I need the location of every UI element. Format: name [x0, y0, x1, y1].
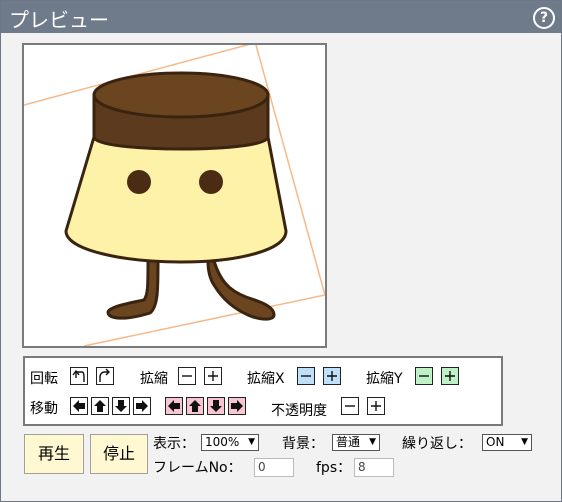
scale-minus-icon[interactable] — [178, 367, 196, 385]
transform-controls-panel: 回転 拡縮 拡縮X 拡縮Y 移動 不透明度 — [23, 356, 503, 426]
background-label: 背景： — [282, 436, 324, 452]
display-zoom-value: 100% — [205, 435, 240, 449]
pudding-character-image — [24, 45, 325, 346]
frame-number-label: フレームNo： — [153, 460, 242, 476]
opacity-minus-icon[interactable] — [341, 397, 359, 415]
scale-x-plus-icon[interactable] — [323, 367, 341, 385]
display-zoom-select[interactable]: 100% ▼ — [201, 434, 259, 451]
move-left-icon[interactable] — [70, 397, 88, 415]
scale-x-minus-icon[interactable] — [297, 367, 315, 385]
window-title: プレビュー — [9, 8, 109, 32]
move-right-icon[interactable] — [133, 397, 151, 415]
repeat-value: ON — [486, 435, 505, 449]
repeat-label: 繰り返し： — [402, 436, 472, 452]
chevron-down-icon: ▼ — [369, 437, 376, 447]
preview-canvas — [22, 43, 327, 348]
frame-number-field[interactable]: 0 — [254, 458, 294, 477]
rotate-left-icon[interactable] — [70, 367, 88, 385]
scale-y-plus-icon[interactable] — [441, 367, 459, 385]
display-label: 表示： — [153, 436, 195, 452]
opacity-label: 不透明度 — [271, 403, 327, 419]
stop-button[interactable]: 停止 — [90, 434, 148, 474]
fps-field[interactable]: 8 — [354, 458, 394, 477]
fps-label: fps： — [316, 460, 352, 476]
move-down-icon[interactable] — [112, 397, 130, 415]
fine-move-right-icon[interactable] — [228, 397, 246, 415]
fine-move-up-icon[interactable] — [186, 397, 204, 415]
move-up-icon[interactable] — [91, 397, 109, 415]
background-value: 普通 — [336, 435, 361, 449]
background-select[interactable]: 普通 ▼ — [332, 434, 380, 451]
scale-label: 拡縮 — [140, 371, 168, 387]
scale-y-label: 拡縮Y — [366, 371, 403, 387]
scale-plus-icon[interactable] — [204, 367, 222, 385]
fine-move-down-icon[interactable] — [207, 397, 225, 415]
scale-x-label: 拡縮X — [247, 371, 285, 387]
chevron-down-icon: ▼ — [521, 437, 528, 447]
play-button[interactable]: 再生 — [24, 434, 84, 474]
move-label: 移動 — [30, 401, 58, 417]
preview-window: プレビュー ? 回転 拡縮 拡縮X 拡縮Y 移動 不透明度 再生 停止 表示： … — [0, 0, 562, 502]
rotate-right-icon[interactable] — [96, 367, 114, 385]
rotate-label: 回転 — [30, 371, 58, 387]
help-icon[interactable]: ? — [533, 7, 555, 29]
fine-move-left-icon[interactable] — [165, 397, 183, 415]
title-bar: プレビュー ? — [1, 1, 561, 33]
repeat-select[interactable]: ON ▼ — [482, 434, 532, 451]
chevron-down-icon: ▼ — [248, 437, 255, 447]
scale-y-minus-icon[interactable] — [415, 367, 433, 385]
opacity-plus-icon[interactable] — [367, 397, 385, 415]
